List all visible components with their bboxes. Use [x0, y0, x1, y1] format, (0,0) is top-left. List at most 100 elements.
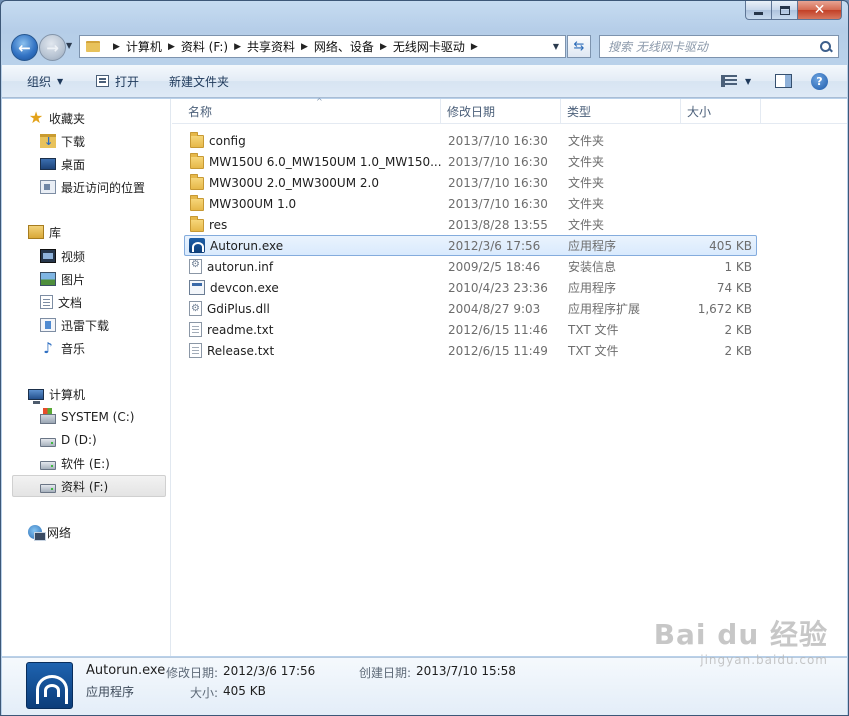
breadcrumb-computer[interactable]: 计算机	[126, 38, 162, 55]
maximize-button[interactable]	[772, 1, 798, 20]
hard-drive-icon	[40, 460, 56, 470]
back-button[interactable]: ←	[11, 34, 38, 61]
nav-item-favorites[interactable]: ★ 收藏夹	[28, 107, 85, 129]
preview-pane-icon[interactable]	[775, 74, 792, 88]
nav-item-downloads[interactable]: 下载	[40, 130, 85, 152]
exe-icon	[189, 280, 205, 295]
file-row[interactable]: Autorun.exe 2012/3/6 17:56 应用程序 405 KB	[184, 235, 757, 256]
nav-item-network[interactable]: 网络	[28, 521, 71, 543]
nav-label: 视频	[61, 249, 86, 264]
nav-item-videos[interactable]: 视频	[40, 245, 85, 267]
file-size: 1,672 KB	[697, 301, 752, 316]
change-view-icon[interactable]	[721, 75, 737, 87]
breadcrumb-shared[interactable]: 共享资料	[247, 38, 295, 55]
nav-item-libraries[interactable]: 库	[28, 221, 61, 243]
file-row[interactable]: autorun.inf 2009/2/5 18:46 安装信息 1 KB	[184, 256, 757, 277]
caption-buttons: ✕	[745, 1, 842, 20]
nav-item-documents[interactable]: 文档	[40, 291, 82, 313]
file-name-cell: autorun.inf	[189, 259, 273, 274]
breadcrumb-network-devices[interactable]: 网络、设备	[314, 38, 374, 55]
nav-item-desktop[interactable]: 桌面	[40, 153, 85, 175]
file-row[interactable]: MW150U 6.0_MW150UM 1.0_MW150... 2013/7/10…	[184, 151, 757, 172]
column-label: 修改日期	[447, 105, 496, 119]
column-header-size[interactable]: 大小	[681, 99, 761, 124]
nav-item-drive-c[interactable]: SYSTEM (C:)	[40, 406, 134, 428]
hard-drive-icon	[40, 483, 56, 493]
nav-label: 网络	[47, 525, 72, 540]
file-row[interactable]: MW300U 2.0_MW300UM 2.0 2013/7/10 16:30 文件夹	[184, 172, 757, 193]
file-row[interactable]: Release.txt 2012/6/15 11:49 TXT 文件 2 KB	[184, 340, 757, 361]
nav-item-computer[interactable]: 计算机	[28, 383, 85, 405]
refresh-button[interactable]: ⇆	[567, 35, 591, 58]
folder-icon	[190, 174, 204, 190]
organize-button[interactable]: 组织 ▼	[27, 73, 63, 90]
file-row[interactable]: MW300UM 1.0 2013/7/10 16:30 文件夹	[184, 193, 757, 214]
nav-label: 文档	[58, 295, 83, 310]
nav-label: 音乐	[61, 341, 86, 356]
file-list: ^ 名称 修改日期 类型 大小 config 2013/7/10 16:30 文件夹…	[172, 97, 847, 656]
file-type: TXT 文件	[568, 323, 619, 337]
chevron-down-icon: ▼	[57, 76, 64, 86]
txt-icon	[189, 343, 202, 358]
file-name-cell: devcon.exe	[189, 280, 279, 295]
chevron-right-icon[interactable]: ▶	[301, 42, 308, 52]
chevron-right-icon[interactable]: ▶	[113, 42, 120, 52]
breadcrumb-drive-f[interactable]: 资料 (F:)	[181, 38, 228, 55]
details-file-name: Autorun.exe	[86, 663, 166, 678]
application-large-icon	[26, 662, 73, 709]
column-header-date[interactable]: 修改日期	[441, 99, 561, 124]
nav-item-drive-e[interactable]: 软件 (E:)	[40, 452, 110, 474]
file-type: 文件夹	[568, 218, 605, 232]
nav-label: 收藏夹	[49, 111, 86, 126]
file-row[interactable]: devcon.exe 2010/4/23 23:36 应用程序 74 KB	[184, 277, 757, 298]
open-button[interactable]: 打开	[96, 73, 139, 90]
file-row[interactable]: config 2013/7/10 16:30 文件夹	[184, 130, 757, 151]
close-button[interactable]: ✕	[798, 1, 842, 20]
column-header-name[interactable]: ^ 名称	[182, 97, 441, 124]
column-header-type[interactable]: 类型	[561, 99, 681, 124]
breadcrumb-wireless-driver[interactable]: 无线网卡驱动	[393, 38, 465, 55]
address-history-dropdown[interactable]: ▼	[553, 42, 559, 51]
help-icon[interactable]: ?	[811, 72, 828, 90]
column-headers: ^ 名称 修改日期 类型 大小	[172, 97, 847, 124]
chevron-right-icon[interactable]: ▶	[234, 42, 241, 52]
open-label: 打开	[115, 74, 140, 89]
forward-button[interactable]: →	[39, 34, 66, 61]
file-size: 2 KB	[724, 322, 752, 337]
nav-item-drive-d[interactable]: D (D:)	[40, 429, 97, 451]
details-size-label: 大小:	[190, 686, 219, 700]
file-row[interactable]: readme.txt 2012/6/15 11:46 TXT 文件 2 KB	[184, 319, 757, 340]
search-icon[interactable]	[820, 40, 832, 53]
minimize-button[interactable]	[745, 1, 772, 20]
file-row[interactable]: res 2013/8/28 13:55 文件夹	[184, 214, 757, 235]
folder-icon	[190, 216, 204, 232]
file-type: 文件夹	[568, 134, 605, 148]
file-name-cell: MW300UM 1.0	[189, 195, 296, 211]
nav-item-thunder-downloads[interactable]: 迅雷下载	[40, 314, 109, 336]
thunder-downloads-icon	[40, 318, 56, 332]
nav-item-recent-places[interactable]: 最近访问的位置	[40, 176, 145, 198]
file-size: 74 KB	[716, 280, 752, 295]
hard-drive-icon	[40, 437, 56, 447]
recent-pages-dropdown[interactable]: ▼	[66, 41, 72, 50]
video-icon	[40, 249, 56, 263]
watermark-logo: Bai du 经验	[653, 618, 828, 651]
chevron-right-icon[interactable]: ▶	[471, 42, 478, 52]
folder-icon	[190, 153, 204, 169]
nav-item-music[interactable]: ♪ 音乐	[40, 337, 85, 359]
dll-icon	[189, 301, 202, 316]
sort-ascending-icon: ^	[316, 97, 323, 106]
nav-item-pictures[interactable]: 图片	[40, 268, 85, 290]
address-bar[interactable]: ▶ 计算机 ▶ 资料 (F:) ▶ 共享资料 ▶ 网络、设备 ▶ 无线网卡驱动 …	[79, 35, 566, 58]
search-input[interactable]: 搜索 无线网卡驱动	[599, 35, 839, 58]
file-name: res	[209, 217, 228, 232]
file-row[interactable]: GdiPlus.dll 2004/8/27 9:03 应用程序扩展 1,672 KB	[184, 298, 757, 319]
recent-places-icon	[40, 180, 56, 194]
new-folder-button[interactable]: 新建文件夹	[169, 73, 229, 90]
column-label: 名称	[188, 105, 213, 119]
chevron-right-icon[interactable]: ▶	[168, 42, 175, 52]
nav-item-drive-f[interactable]: 资料 (F:)	[12, 475, 166, 497]
chevron-right-icon[interactable]: ▶	[380, 42, 387, 52]
organize-label: 组织	[27, 74, 52, 89]
view-options-dropdown[interactable]: ▼	[745, 77, 751, 86]
